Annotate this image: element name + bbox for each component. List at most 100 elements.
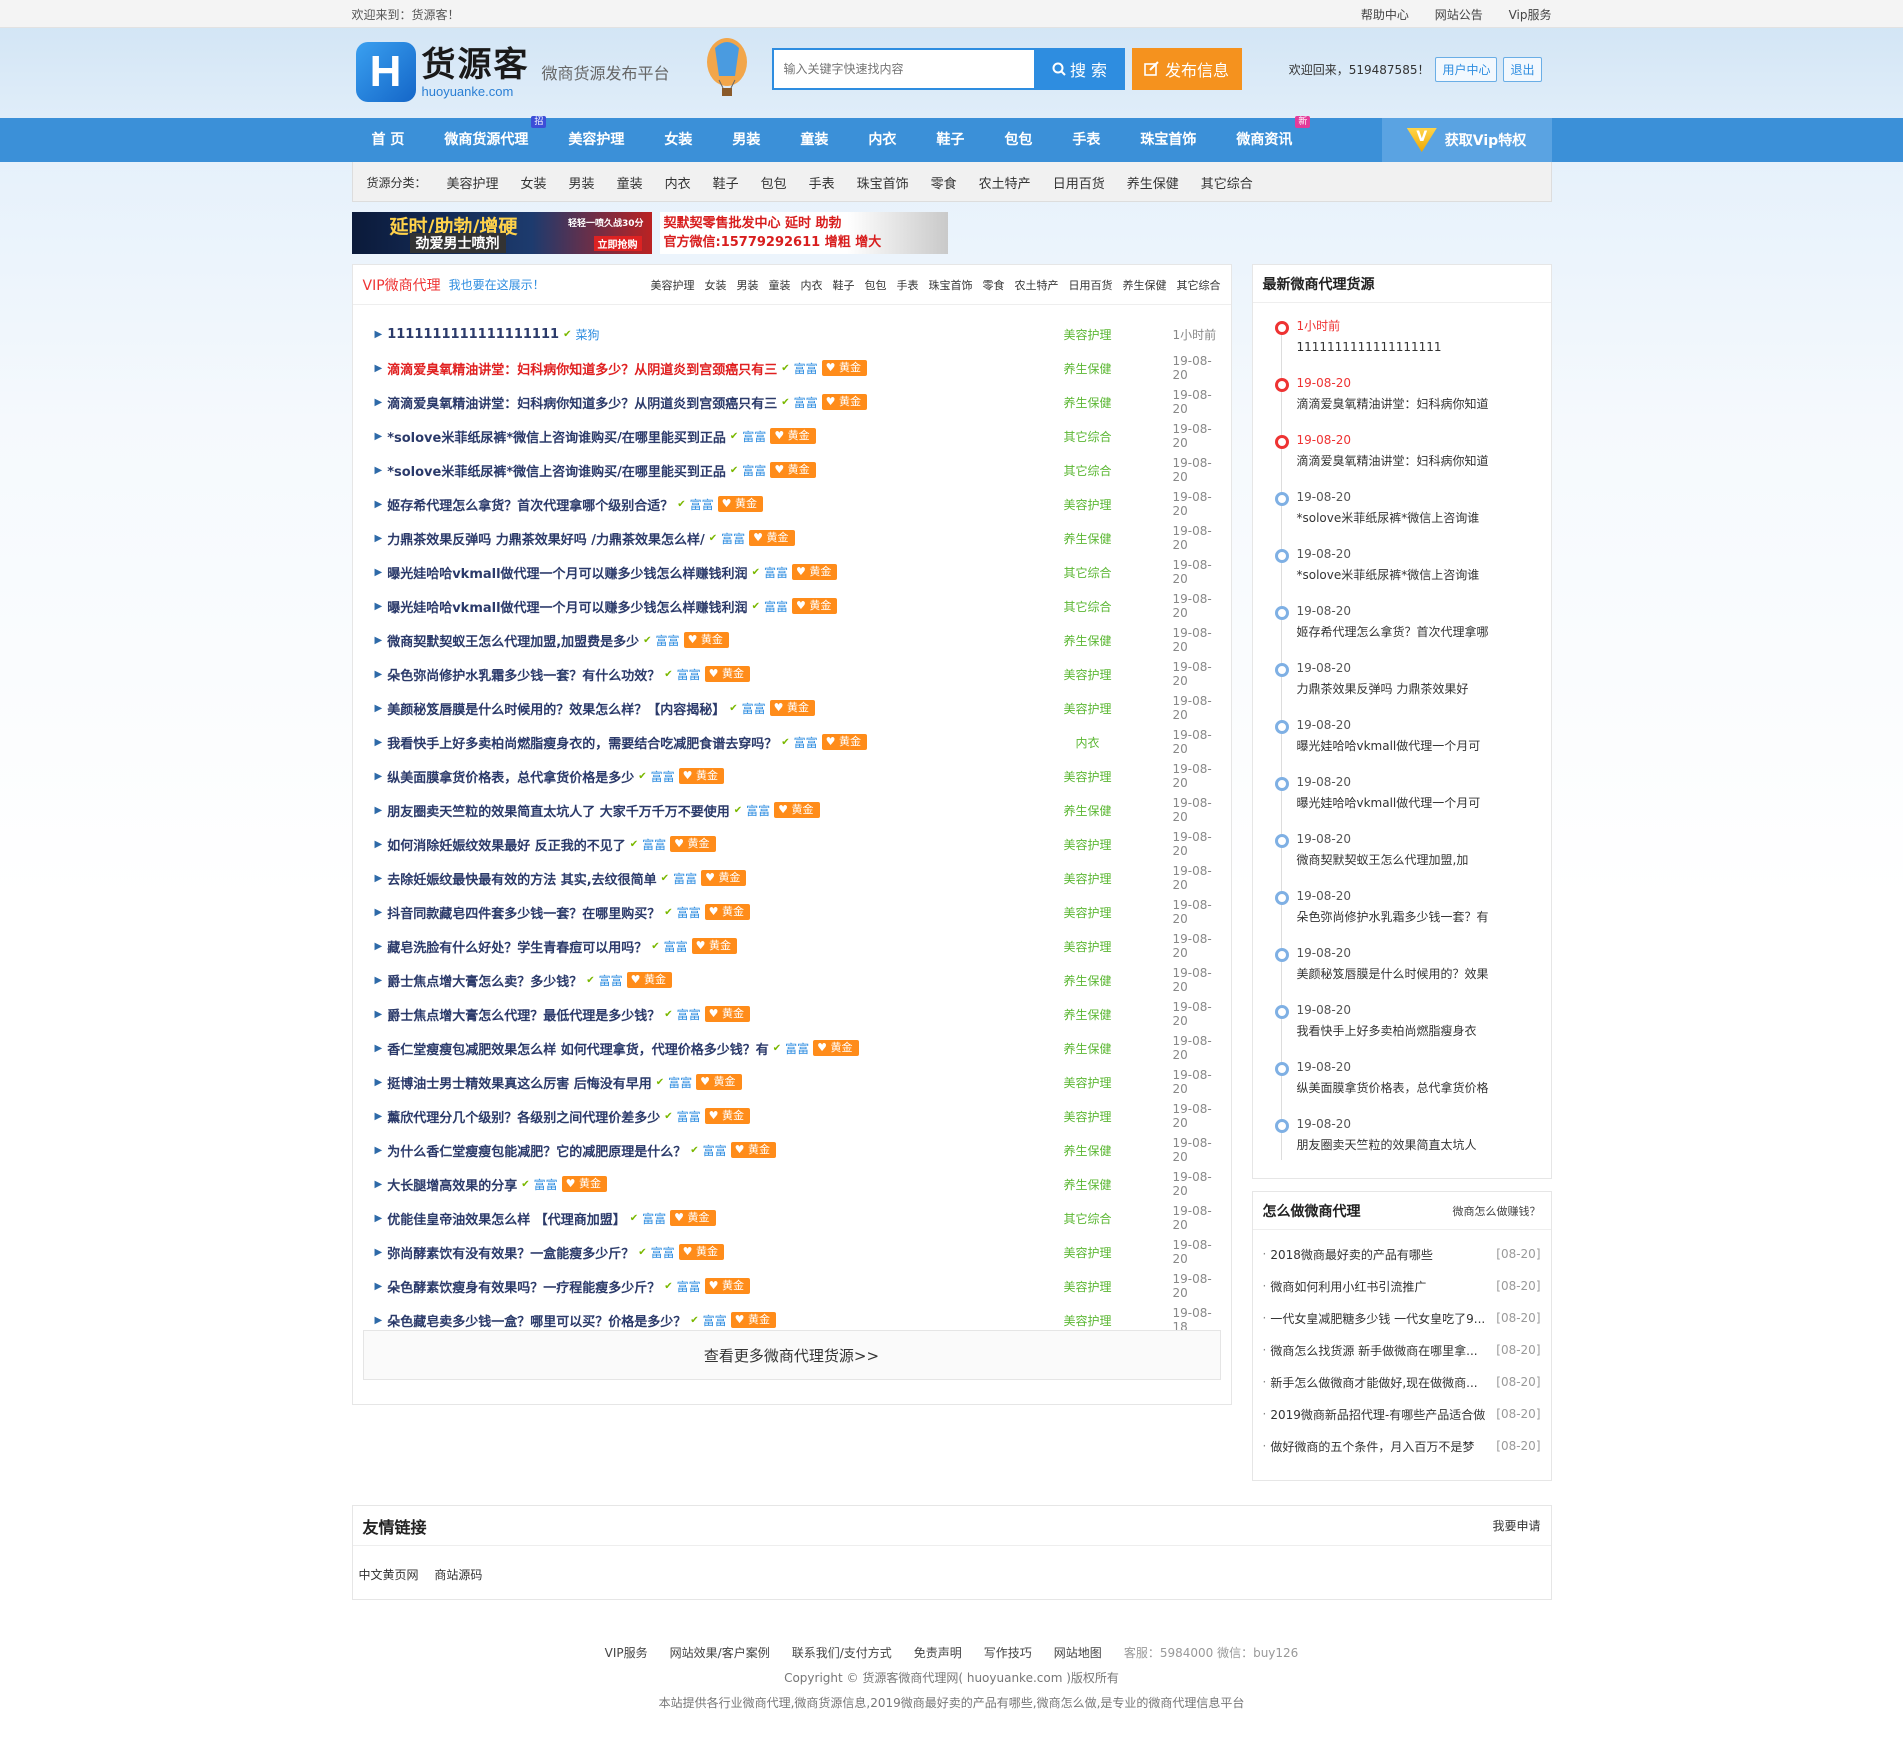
friend-link[interactable]: 商站源码 <box>434 1568 482 1582</box>
timeline-item[interactable]: 19-08-20 美颜秘笈唇膜是什么时候用的？效果 <box>1273 942 1551 999</box>
ad-banner-wholesale[interactable]: 契默契零售批发中心 延时 助勃 官方微信:15779292611 增粗 增大 <box>659 212 948 254</box>
vip-list-category-link[interactable]: 养生保健 <box>1123 277 1167 293</box>
category-link[interactable]: 日用百货 <box>1053 173 1105 192</box>
list-item-title[interactable]: 大长腿增高效果的分享 <box>387 1175 517 1194</box>
vip-list-category-link[interactable]: 日用百货 <box>1069 277 1113 293</box>
nav-item[interactable]: 包包 <box>984 118 1052 162</box>
list-item-category[interactable]: 养生保健 <box>1060 972 1116 989</box>
list-item-category[interactable]: 美容护理 <box>1060 938 1116 955</box>
more-sources-button[interactable]: 查看更多微商代理货源>> <box>362 1330 1221 1380</box>
vip-list-category-link[interactable]: 农土特产 <box>1015 277 1059 293</box>
list-item-category[interactable]: 养生保健 <box>1060 1006 1116 1023</box>
vip-privilege-link[interactable]: V 获取Vip特权 <box>1381 118 1552 162</box>
list-item-title[interactable]: 朵色酵素饮瘦身有效果吗？一疗程能瘦多少斤？ <box>387 1277 660 1296</box>
list-item-title[interactable]: 朵色弥尚修护水乳霜多少钱一套？有什么功效？ <box>387 665 660 684</box>
vip-service-link[interactable]: Vip服务 <box>1509 8 1552 22</box>
timeline-item[interactable]: 19-08-20 曝光娃哈哈vkmall做代理一个月可 <box>1273 714 1551 771</box>
list-item-title[interactable]: 薰欣代理分几个级别？各级别之间代理价差多少 <box>387 1107 660 1126</box>
timeline-item[interactable]: 19-08-20 纵美面膜拿货价格表，总代拿货价格 <box>1273 1056 1551 1113</box>
timeline-item[interactable]: 19-08-20 朵色弥尚修护水乳霜多少钱一套？有 <box>1273 885 1551 942</box>
list-item-category[interactable]: 美容护理 <box>1060 1278 1116 1295</box>
list-item-title[interactable]: 1111111111111111111 <box>387 327 559 342</box>
nav-item[interactable]: 手表 <box>1052 118 1120 162</box>
list-item-title[interactable]: 抖音同款藏皂四件套多少钱一套？在哪里购买？ <box>387 903 660 922</box>
list-item-title[interactable]: 为什么香仁堂瘦瘦包能减肥？它的减肥原理是什么？ <box>387 1141 686 1160</box>
howto-item[interactable]: · 微商怎么找货源 新手做微商在哪里拿... [08-20] <box>1263 1334 1541 1366</box>
list-item-category[interactable]: 其它综合 <box>1060 428 1116 445</box>
howto-item[interactable]: · 做好微商的五个条件，月入百万不是梦 [08-20] <box>1263 1430 1541 1462</box>
nav-item[interactable]: 珠宝首饰 <box>1120 118 1216 162</box>
list-item-title[interactable]: 弥尚酵素饮有没有效果？一盒能瘦多少斤？ <box>387 1243 634 1262</box>
list-item-category[interactable]: 美容护理 <box>1060 836 1116 853</box>
list-item-title[interactable]: *solove米菲纸尿裤*微信上咨询谁购买/在哪里能买到正品 <box>387 427 726 446</box>
category-link[interactable]: 珠宝首饰 <box>857 173 909 192</box>
vip-list-category-link[interactable]: 女装 <box>705 277 727 293</box>
search-button[interactable]: 搜 索 <box>1034 48 1125 90</box>
list-item-category[interactable]: 内衣 <box>1060 734 1116 751</box>
category-link[interactable]: 其它综合 <box>1201 173 1253 192</box>
ad-banner-spray[interactable]: 延时/助勃/增硬 劲爱男士喷剂 轻轻一喷久战30分 立即抢购 <box>351 212 652 254</box>
list-item-title[interactable]: 纵美面膜拿货价格表，总代拿货价格是多少 <box>387 767 634 786</box>
timeline-item[interactable]: 19-08-20 滴滴爱臭氧精油讲堂：妇科病你知道 <box>1273 372 1551 429</box>
vip-list-category-link[interactable]: 手表 <box>897 277 919 293</box>
list-item-category[interactable]: 美容护理 <box>1060 768 1116 785</box>
list-item-title[interactable]: 香仁堂瘦瘦包减肥效果怎么样 如何代理拿货，代理价格多少钱？有 <box>387 1039 769 1058</box>
category-link[interactable]: 手表 <box>809 173 835 192</box>
footer-link[interactable]: 免责声明 <box>914 1646 962 1660</box>
list-item-category[interactable]: 养生保健 <box>1060 1176 1116 1193</box>
list-item-title[interactable]: 力鼎茶效果反弹吗 力鼎茶效果好吗 /力鼎茶效果怎么样/ <box>387 529 705 548</box>
list-item-category[interactable]: 养生保健 <box>1060 394 1116 411</box>
list-item-title[interactable]: 姬存希代理怎么拿货？首次代理拿哪个级别合适？ <box>387 495 673 514</box>
list-item-category[interactable]: 其它综合 <box>1060 564 1116 581</box>
list-item-title[interactable]: 曝光娃哈哈vkmall做代理一个月可以赚多少钱怎么样赚钱利润 <box>387 563 747 582</box>
footer-link[interactable]: 联系我们/支付方式 <box>792 1646 892 1660</box>
timeline-item[interactable]: 1小时前 1111111111111111111 <box>1273 315 1551 372</box>
list-item-category[interactable]: 其它综合 <box>1060 598 1116 615</box>
timeline-item[interactable]: 19-08-20 *solove米菲纸尿裤*微信上咨询谁 <box>1273 486 1551 543</box>
howto-item[interactable]: · 微商如何利用小红书引流推广 [08-20] <box>1263 1270 1541 1302</box>
howto-more-link[interactable]: 微商怎么做赚钱？ <box>1453 1203 1541 1219</box>
vip-list-category-link[interactable]: 鞋子 <box>833 277 855 293</box>
category-link[interactable]: 男装 <box>569 173 595 192</box>
howto-item[interactable]: · 2018微商最好卖的产品有哪些 [08-20] <box>1263 1238 1541 1270</box>
list-item-title[interactable]: 如何消除妊娠纹效果最好 反正我的不见了 <box>387 835 626 854</box>
timeline-item[interactable]: 19-08-20 力鼎茶效果反弹吗 力鼎茶效果好 <box>1273 657 1551 714</box>
list-item-category[interactable]: 养生保健 <box>1060 360 1116 377</box>
list-item-title[interactable]: 美颜秘笈唇膜是什么时候用的？效果怎么样？【内容揭秘】 <box>387 699 725 718</box>
footer-link[interactable]: 写作技巧 <box>984 1646 1032 1660</box>
list-item-title[interactable]: 藏皂洗脸有什么好处？学生青春痘可以用吗？ <box>387 937 647 956</box>
list-item-category[interactable]: 美容护理 <box>1060 870 1116 887</box>
list-item-title[interactable]: 朋友圈卖天竺粒的效果简直太坑人了 大家千万千万不要使用 <box>387 801 730 820</box>
nav-item[interactable]: 微商货源代理招 <box>424 116 548 162</box>
publish-button[interactable]: 发布信息 <box>1131 48 1242 90</box>
category-link[interactable]: 美容护理 <box>447 173 499 192</box>
list-item-category[interactable]: 美容护理 <box>1060 1244 1116 1261</box>
list-item-category[interactable]: 美容护理 <box>1060 666 1116 683</box>
timeline-item[interactable]: 19-08-20 曝光娃哈哈vkmall做代理一个月可 <box>1273 771 1551 828</box>
list-item-category[interactable]: 其它综合 <box>1060 462 1116 479</box>
list-item-category[interactable]: 其它综合 <box>1060 1210 1116 1227</box>
help-center-link[interactable]: 帮助中心 <box>1361 8 1409 22</box>
vip-list-category-link[interactable]: 美容护理 <box>651 277 695 293</box>
category-link[interactable]: 零食 <box>931 173 957 192</box>
nav-item[interactable]: 美容护理 <box>548 118 644 162</box>
vip-list-category-link[interactable]: 其它综合 <box>1177 277 1221 293</box>
nav-item[interactable]: 童装 <box>780 118 848 162</box>
timeline-item[interactable]: 19-08-20 朋友圈卖天竺粒的效果简直太坑人 <box>1273 1113 1551 1170</box>
list-item-category[interactable]: 养生保健 <box>1060 1142 1116 1159</box>
category-link[interactable]: 内衣 <box>665 173 691 192</box>
list-item-category[interactable]: 美容护理 <box>1060 496 1116 513</box>
vip-list-show-me-link[interactable]: 我也要在这展示！ <box>449 276 545 293</box>
category-link[interactable]: 养生保健 <box>1127 173 1179 192</box>
vip-list-category-link[interactable]: 童装 <box>769 277 791 293</box>
footer-link[interactable]: VIP服务 <box>605 1646 648 1660</box>
list-item-category[interactable]: 美容护理 <box>1060 1108 1116 1125</box>
footer-link[interactable]: 网站地图 <box>1054 1646 1102 1660</box>
vip-list-category-link[interactable]: 零食 <box>983 277 1005 293</box>
list-item-title[interactable]: *solove米菲纸尿裤*微信上咨询谁购买/在哪里能买到正品 <box>387 461 726 480</box>
nav-item[interactable]: 鞋子 <box>916 118 984 162</box>
vip-list-category-link[interactable]: 男装 <box>737 277 759 293</box>
list-item-category[interactable]: 养生保健 <box>1060 632 1116 649</box>
search-input[interactable] <box>773 50 1034 88</box>
list-item-title[interactable]: 爵士焦点增大膏怎么卖？多少钱？ <box>387 971 582 990</box>
